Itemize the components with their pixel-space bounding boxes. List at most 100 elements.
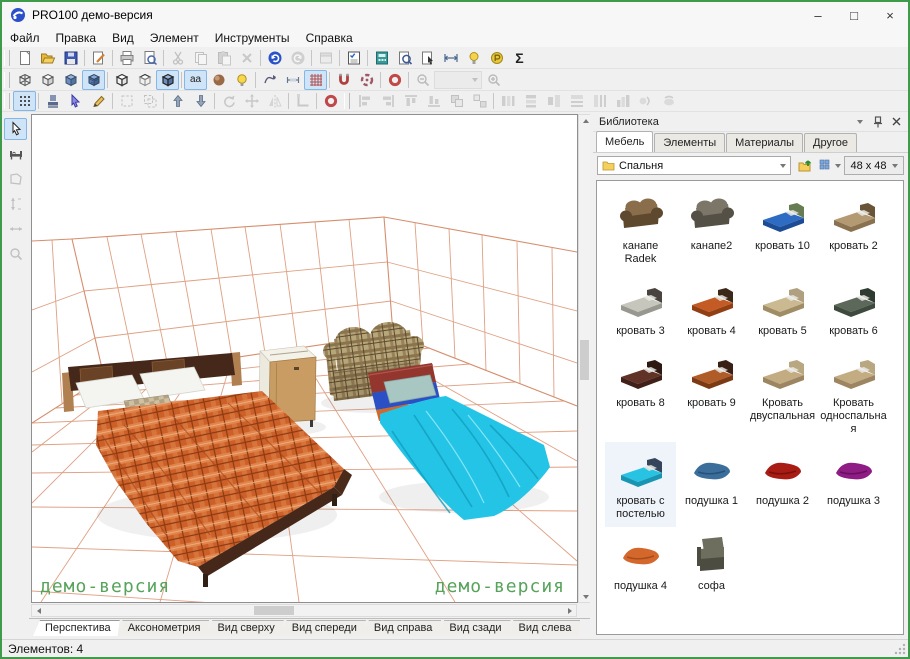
scroll-left-arrow[interactable] bbox=[32, 605, 45, 616]
mirror-button[interactable] bbox=[263, 91, 286, 111]
library-item-selected[interactable]: кровать с постелью bbox=[605, 442, 676, 527]
library-item[interactable]: кровать 2 bbox=[818, 187, 889, 272]
tab-left-view[interactable]: Вид слева bbox=[507, 620, 581, 636]
contour-white-button[interactable] bbox=[110, 70, 133, 90]
horizontal-dimension-button[interactable] bbox=[4, 218, 27, 240]
align-bottom-button[interactable] bbox=[422, 91, 445, 111]
library-item[interactable]: кровать 8 bbox=[605, 344, 676, 442]
color-view-button[interactable] bbox=[59, 70, 82, 90]
library-item[interactable]: канапе Radek bbox=[605, 187, 676, 272]
redo-button[interactable] bbox=[286, 48, 309, 68]
tab-materials[interactable]: Материалы bbox=[726, 133, 804, 152]
group-button[interactable] bbox=[445, 91, 468, 111]
distribute-7-button[interactable] bbox=[634, 91, 657, 111]
thumb-size-combo[interactable]: 48 x 48 bbox=[844, 156, 904, 175]
menu-view[interactable]: Вид bbox=[104, 28, 142, 47]
view-mode-button[interactable] bbox=[819, 156, 841, 176]
pointer-tool-button[interactable] bbox=[4, 118, 27, 140]
dimension-lines-button[interactable] bbox=[281, 70, 304, 90]
textured-view-button[interactable] bbox=[82, 69, 105, 90]
distribute-6-button[interactable] bbox=[611, 91, 634, 111]
text-labels-button[interactable]: aa bbox=[184, 69, 207, 90]
rotate-button[interactable] bbox=[217, 91, 240, 111]
lower-button[interactable] bbox=[189, 91, 212, 111]
grid-button[interactable] bbox=[304, 69, 327, 90]
tab-perspective[interactable]: Перспектива bbox=[33, 620, 120, 636]
texture-flow-button[interactable] bbox=[258, 70, 281, 90]
toolbar-grip[interactable] bbox=[4, 93, 10, 109]
library-item[interactable]: канапе2 bbox=[676, 187, 747, 272]
copy-button[interactable] bbox=[189, 48, 212, 68]
snap-center-button[interactable] bbox=[355, 70, 378, 90]
select-cursor-button[interactable] bbox=[64, 91, 87, 111]
lighting-button[interactable] bbox=[230, 70, 253, 90]
ungroup-button[interactable] bbox=[468, 91, 491, 111]
sum-button[interactable]: Σ bbox=[508, 48, 531, 68]
library-close-button[interactable] bbox=[888, 114, 904, 129]
distribute-3-button[interactable] bbox=[542, 91, 565, 111]
library-item[interactable]: подушка 4 bbox=[605, 527, 676, 599]
properties-button[interactable] bbox=[87, 48, 110, 68]
corner-button[interactable] bbox=[291, 91, 314, 111]
print-button[interactable] bbox=[115, 48, 138, 68]
open-button[interactable] bbox=[36, 48, 59, 68]
vertical-scroll-thumb[interactable] bbox=[580, 340, 589, 380]
snap-ring-button[interactable] bbox=[383, 70, 406, 90]
menu-element[interactable]: Элемент bbox=[142, 28, 207, 47]
zoom-value-combo[interactable] bbox=[434, 70, 482, 89]
tab-top-view[interactable]: Вид сверху bbox=[205, 620, 283, 636]
shading-button[interactable] bbox=[207, 70, 230, 90]
stamp-button[interactable] bbox=[41, 91, 64, 111]
undo-button[interactable] bbox=[263, 48, 286, 68]
library-item[interactable]: Кровать двуспальная bbox=[747, 344, 818, 442]
paste-button[interactable] bbox=[212, 48, 235, 68]
select-group-button[interactable] bbox=[138, 91, 161, 111]
library-item[interactable]: подушка 3 bbox=[818, 442, 889, 527]
library-item[interactable]: кровать 10 bbox=[747, 187, 818, 272]
library-menu-button[interactable] bbox=[852, 114, 868, 129]
tab-elements[interactable]: Элементы bbox=[654, 133, 726, 152]
vertical-dimension-button[interactable] bbox=[4, 193, 27, 215]
folder-up-button[interactable] bbox=[794, 156, 816, 176]
window-button[interactable] bbox=[314, 48, 337, 68]
light-document-button[interactable] bbox=[462, 48, 485, 68]
menu-tools[interactable]: Инструменты bbox=[207, 28, 298, 47]
tab-back-view[interactable]: Вид сзади bbox=[437, 620, 510, 636]
zoom-document-button[interactable] bbox=[393, 48, 416, 68]
tab-axonometry[interactable]: Аксонометрия bbox=[116, 620, 210, 636]
distribute-1-button[interactable] bbox=[496, 91, 519, 111]
report-button[interactable] bbox=[370, 48, 393, 68]
folder-combo[interactable]: Спальня bbox=[597, 156, 791, 175]
zoom-in-button[interactable] bbox=[482, 70, 505, 90]
library-item[interactable]: кровать 3 bbox=[605, 272, 676, 344]
tab-front-view[interactable]: Вид спереди bbox=[280, 620, 366, 636]
close-button[interactable]: × bbox=[872, 2, 908, 28]
contour-wire-button[interactable] bbox=[133, 70, 156, 90]
select-document-button[interactable] bbox=[416, 48, 439, 68]
contour-color-button[interactable] bbox=[156, 69, 179, 90]
furniture-tool-button[interactable] bbox=[4, 143, 27, 165]
tab-furniture[interactable]: Мебель bbox=[596, 131, 654, 152]
zoom-tool-button[interactable] bbox=[4, 243, 27, 265]
tab-other[interactable]: Другое bbox=[804, 133, 857, 152]
menu-edit[interactable]: Правка bbox=[48, 28, 105, 47]
tab-right-view[interactable]: Вид справа bbox=[362, 620, 442, 636]
options-checklist-button[interactable] bbox=[342, 48, 365, 68]
move-button[interactable] bbox=[240, 91, 263, 111]
align-top-button[interactable] bbox=[399, 91, 422, 111]
library-item[interactable]: кровать 6 bbox=[818, 272, 889, 344]
horizontal-scrollbar[interactable] bbox=[31, 604, 577, 617]
magnet-snap-button[interactable] bbox=[332, 70, 355, 90]
distribute-2-button[interactable] bbox=[519, 91, 542, 111]
library-item[interactable]: софа bbox=[676, 527, 747, 599]
maximize-button[interactable]: □ bbox=[836, 2, 872, 28]
white-view-button[interactable] bbox=[36, 70, 59, 90]
distribute-4-button[interactable] bbox=[565, 91, 588, 111]
horizontal-scroll-thumb[interactable] bbox=[254, 606, 294, 615]
zoom-out-button[interactable] bbox=[411, 70, 434, 90]
library-pin-button[interactable] bbox=[870, 114, 886, 129]
menu-file[interactable]: Файл bbox=[2, 28, 48, 47]
dot-grid-button[interactable] bbox=[13, 91, 36, 111]
3d-canvas[interactable]: демо-версия демо-версия bbox=[31, 114, 578, 603]
distribute-5-button[interactable] bbox=[588, 91, 611, 111]
